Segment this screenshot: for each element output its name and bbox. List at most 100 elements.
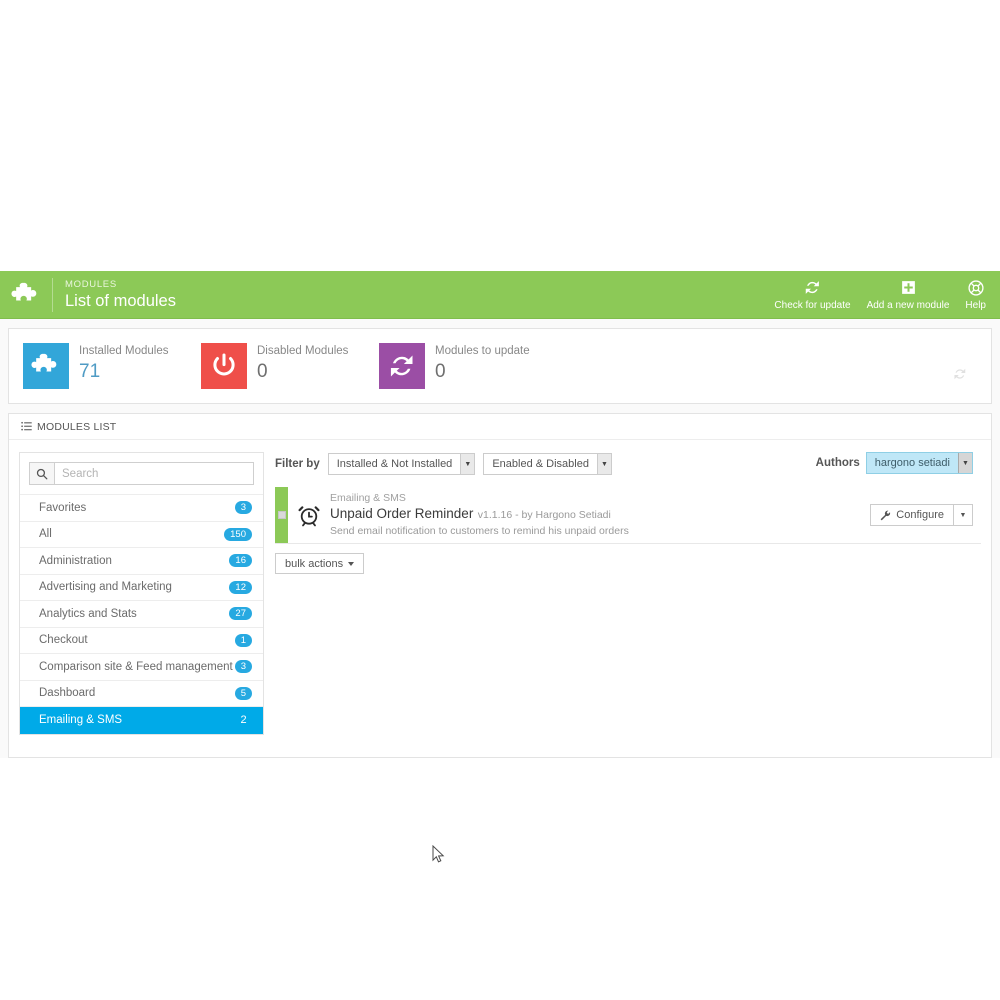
page-header: MODULES List of modules Check for update [0, 271, 1000, 319]
plus-square-icon [900, 279, 917, 297]
check-for-update-label: Check for update [774, 299, 851, 311]
module-category: Emailing & SMS [330, 492, 406, 504]
configure-dropdown-toggle[interactable]: ▼ [954, 504, 973, 526]
category-count: 2 [240, 713, 247, 726]
stat-label: Installed Modules [79, 345, 169, 357]
stat-modules-to-update: Modules to update 0 [379, 343, 539, 389]
stat-text: Installed Modules 71 [69, 343, 169, 384]
module-info: Emailing & SMS Unpaid Order Reminder v1.… [330, 487, 870, 543]
category-count: 150 [224, 527, 252, 541]
module-rows: Emailing & SMS Unpaid Order Reminder v1.… [275, 487, 981, 544]
module-actions: Configure ▼ [870, 504, 981, 526]
category-label: Advertising and Marketing [39, 581, 172, 594]
chevron-down-icon: ▼ [958, 453, 972, 473]
search-input[interactable] [54, 462, 254, 485]
stat-value: 0 [435, 361, 446, 382]
sidebar-item-comparison-site-and-feed-management[interactable]: Comparison site & Feed management 3 [20, 654, 263, 681]
category-list: Favorites 3 All 150 Administration 16 Ad… [20, 495, 263, 734]
stats-row: Installed Modules 71 Disabled Modules 0 [23, 343, 977, 389]
category-label: Comparison site & Feed management [39, 660, 233, 673]
lifebuoy-icon [967, 279, 985, 297]
module-status-indicator [275, 487, 288, 543]
stat-value: 0 [257, 361, 268, 382]
puzzle-piece-icon [23, 343, 69, 389]
authors-filter-group: Authors hargono setiadi ▼ [816, 452, 981, 474]
configure-button[interactable]: Configure [870, 504, 954, 526]
category-count: 1 [234, 633, 252, 647]
authors-label: Authors [815, 457, 860, 469]
refresh-icon [804, 279, 821, 297]
category-count: 3 [234, 501, 252, 515]
chevron-down-icon: ▼ [460, 454, 475, 474]
add-new-module-button[interactable]: Add a new module [859, 276, 958, 314]
stat-text: Modules to update 0 [425, 343, 530, 384]
category-count: 16 [229, 554, 252, 568]
category-label: Favorites [39, 501, 87, 514]
category-label: Analytics and Stats [39, 607, 137, 620]
category-label: Dashboard [39, 687, 96, 700]
help-label: Help [965, 299, 986, 311]
chevron-down-icon: ▼ [596, 454, 611, 474]
sidebar-item-favorites[interactable]: Favorites 3 [20, 495, 263, 522]
authors-value: hargono setiadi [874, 457, 950, 469]
category-label: Administration [39, 554, 112, 567]
help-button[interactable]: Help [957, 276, 994, 314]
puzzle-piece-icon [0, 280, 52, 310]
category-count: 3 [234, 660, 252, 674]
install-status-select[interactable]: Installed & Not Installed ▼ [327, 453, 476, 475]
modules-list-title: MODULES LIST [37, 420, 117, 433]
module-name: Unpaid Order Reminder [330, 506, 474, 521]
sidebar-item-all[interactable]: All 150 [20, 522, 263, 548]
sidebar-item-checkout[interactable]: Checkout 1 [20, 628, 263, 654]
stat-installed-modules: Installed Modules 71 [23, 343, 183, 389]
category-label: All [39, 528, 52, 541]
authors-select[interactable]: hargono setiadi ▼ [865, 452, 973, 474]
power-off-icon [201, 343, 247, 389]
sidebar-item-dashboard[interactable]: Dashboard 5 [20, 681, 263, 707]
alarm-clock-icon [288, 503, 330, 527]
modules-list-header: MODULES LIST [9, 414, 991, 440]
category-label: Checkout [39, 634, 88, 647]
search-icon[interactable] [29, 462, 54, 485]
add-new-module-label: Add a new module [866, 299, 950, 311]
sidebar-item-emailing-and-sms[interactable]: Emailing & SMS 2 [20, 707, 263, 734]
panel-refresh-icon[interactable] [953, 367, 967, 386]
sidebar-item-analytics-and-stats[interactable]: Analytics and Stats 27 [20, 601, 263, 628]
bulk-actions-button[interactable]: bulk actions [275, 553, 365, 574]
check-for-update-button[interactable]: Check for update [766, 276, 858, 314]
breadcrumb: MODULES [65, 278, 117, 290]
category-count: 5 [234, 686, 252, 700]
module-description: Send email notification to customers to … [330, 525, 629, 537]
enable-status-select[interactable]: Enabled & Disabled ▼ [483, 453, 612, 475]
wrench-icon [880, 510, 891, 521]
configure-label: Configure [896, 509, 944, 521]
mouse-cursor [432, 844, 445, 869]
list-icon [21, 421, 32, 432]
search-row [20, 453, 263, 495]
modules-list-panel: MODULES LIST Favorites [8, 413, 992, 758]
stat-value: 71 [79, 361, 101, 382]
header-divider [52, 277, 53, 312]
page-title: List of modules [65, 291, 176, 310]
refresh-icon [379, 343, 425, 389]
sidebar-item-administration[interactable]: Administration 16 [20, 548, 263, 575]
module-checkbox[interactable] [278, 511, 286, 519]
enable-status-value: Enabled & Disabled [492, 458, 589, 470]
modules-content: Filter by Installed & Not Installed ▼ En… [264, 452, 981, 574]
categories-sidebar: Favorites 3 All 150 Administration 16 Ad… [19, 452, 264, 735]
header-actions: Check for update Add a new module Help [766, 271, 994, 318]
stat-label: Disabled Modules [257, 345, 349, 357]
table-row: Emailing & SMS Unpaid Order Reminder v1.… [275, 487, 981, 544]
sidebar-item-advertising-and-marketing[interactable]: Advertising and Marketing 12 [20, 575, 263, 601]
category-count: 12 [229, 580, 252, 594]
filter-by-label: Filter by [275, 458, 320, 470]
category-count: 27 [229, 607, 252, 621]
module-version-author: v1.1.16 - by Hargono Setiadi [477, 509, 611, 521]
filter-bar: Filter by Installed & Not Installed ▼ En… [275, 452, 981, 476]
stat-text: Disabled Modules 0 [247, 343, 348, 384]
header-titles: MODULES List of modules [65, 279, 176, 311]
bulk-actions-label: bulk actions [285, 557, 344, 570]
modules-page: MODULES List of modules Check for update [0, 271, 1000, 863]
stat-label: Modules to update [435, 345, 530, 357]
category-label: Emailing & SMS [39, 714, 123, 727]
